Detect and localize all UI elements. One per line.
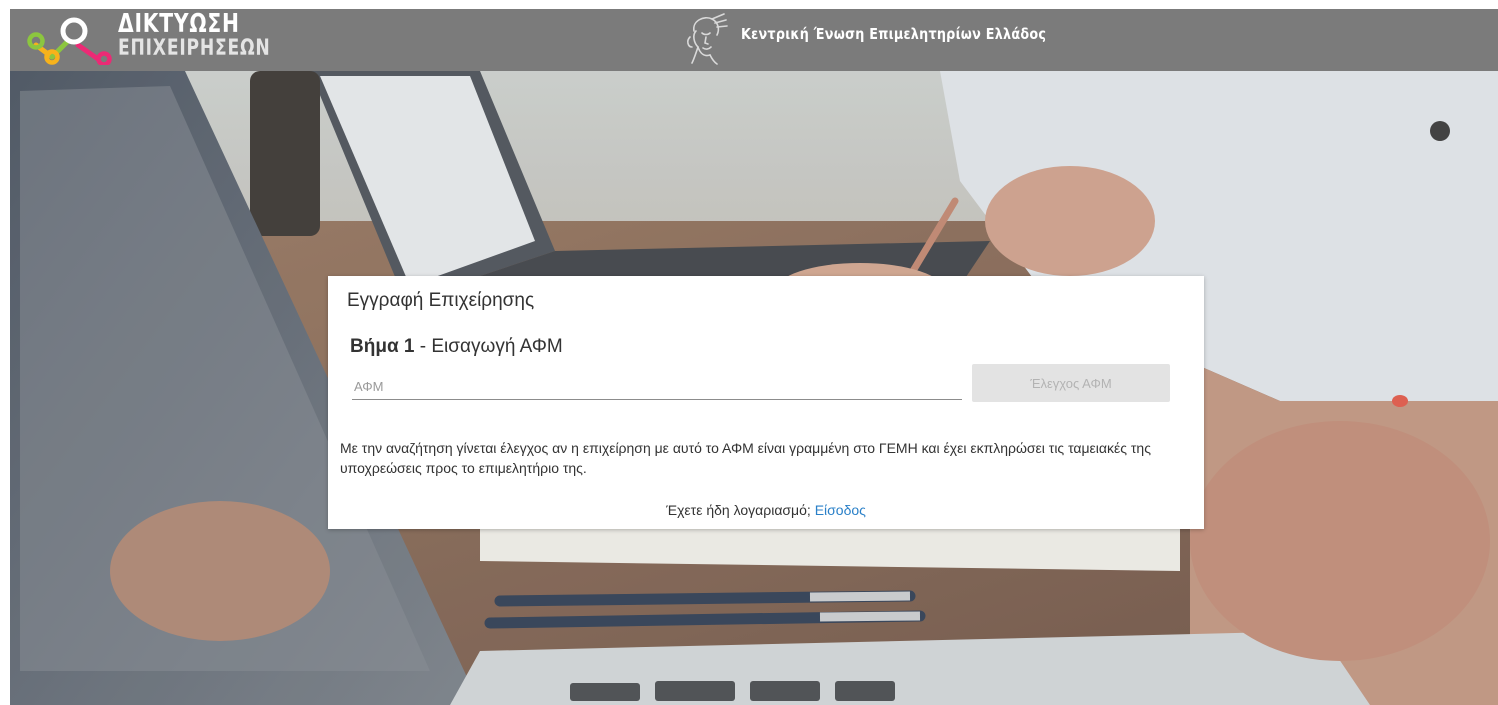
step-label: Βήμα 1 [350, 336, 415, 357]
login-link[interactable]: Είσοδος [815, 502, 866, 518]
afm-input[interactable] [352, 373, 962, 400]
step-title: Βήμα 1 - Εισαγωγή ΑΦΜ [350, 336, 563, 358]
login-prompt-line: Έχετε ήδη λογαριασμό; Είσοδος [328, 502, 1204, 518]
info-text: Με την αναζήτηση γίνεται έλεγχος αν η επ… [340, 440, 1151, 476]
page: ΔΙΚΤΥΩΣΗ ΕΠΙΧΕΙΡΗΣΕΩΝ Κεντρική Ένωση Επι… [10, 9, 1498, 705]
hermes-head-icon [687, 13, 728, 65]
step-text: Εισαγωγή ΑΦΜ [431, 336, 563, 357]
registration-card: Εγγραφή Επιχείρησης Βήμα 1 - Εισαγωγή ΑΦ… [328, 276, 1204, 529]
logo-line-1: ΔΙΚΤΥΩΣΗ [118, 9, 240, 39]
check-afm-button[interactable]: Έλεγχος ΑΦΜ [972, 364, 1170, 402]
card-title: Εγγραφή Επιχείρησης [347, 290, 535, 311]
step-separator: - [414, 336, 432, 357]
logo-line-2: ΕΠΙΧΕΙΡΗΣΕΩΝ [118, 36, 271, 61]
network-nodes-icon[interactable] [24, 15, 124, 65]
organization-name[interactable]: Κεντρική Ένωση Επιμελητηρίων Ελλάδος [741, 25, 1046, 43]
top-bar: ΔΙΚΤΥΩΣΗ ΕΠΙΧΕΙΡΗΣΕΩΝ Κεντρική Ένωση Επι… [10, 9, 1498, 71]
logo-wordmark[interactable]: ΔΙΚΤΥΩΣΗ ΕΠΙΧΕΙΡΗΣΕΩΝ [118, 11, 314, 60]
login-prompt: Έχετε ήδη λογαριασμό; [666, 502, 811, 518]
